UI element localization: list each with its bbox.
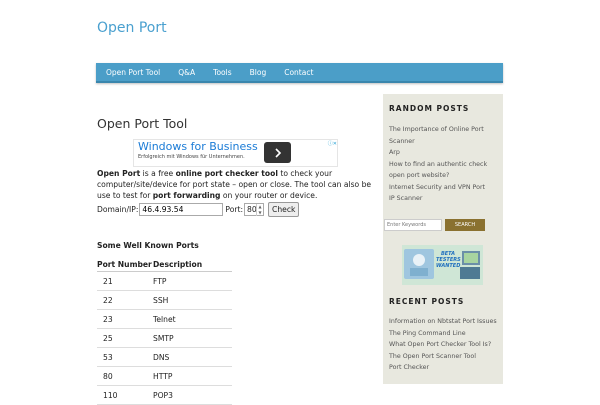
nav-item-tools[interactable]: Tools [204, 68, 240, 77]
ports-table: Port Number Description 21 FTP 22 SSH 23 Te… [97, 258, 232, 405]
table-row: 25 SMTP [97, 328, 232, 348]
intro-bold-open-port: Open Port [97, 169, 141, 178]
port-description-cell: DNS [153, 347, 232, 367]
search-input[interactable]: Enter Keywords [384, 219, 442, 231]
nav-item-blog[interactable]: Blog [241, 68, 276, 77]
domain-label: Domain/IP: [97, 204, 139, 214]
sidebar-link[interactable]: The Open Port Scanner Tool [389, 351, 499, 363]
port-description-cell: FTP [153, 271, 232, 291]
ad-headline[interactable]: Windows for Business [138, 140, 258, 153]
sidebar-link[interactable]: The Importance of Online Port Scanner [389, 124, 489, 147]
sidebar-search: Enter Keywords SEARCH [384, 219, 485, 231]
intro-bold-checker: online port checker tool [175, 169, 278, 178]
sidebar-link[interactable]: Arp [389, 147, 489, 159]
page-title: Open Port Tool [97, 116, 188, 131]
port-check-form: Domain/IP: Port: 80 ▲▼ Check [97, 201, 300, 217]
intro-bold-forwarding: port forwarding [152, 191, 221, 200]
column-header-port-number: Port Number [97, 258, 153, 272]
port-description-cell: SSH [153, 290, 232, 310]
sidebar-link[interactable]: Internet Security and VPN Port IP Scanne… [389, 182, 489, 205]
port-number-cell: 110 [97, 385, 153, 405]
sidebar: RANDOM POSTS The Importance of Online Po… [383, 94, 503, 384]
table-row: 21 FTP [97, 271, 232, 291]
domain-ip-input[interactable] [139, 202, 224, 216]
ad-banner[interactable]: Windows for Business Erfolgreich mit Win… [133, 139, 338, 167]
port-number-cell: 21 [97, 271, 153, 291]
table-row: 80 HTTP [97, 366, 232, 386]
table-row: 22 SSH [97, 290, 232, 310]
intro-paragraph: Open Port is a free online port checker … [97, 168, 382, 201]
beta-testers-banner[interactable]: BETA TESTERS WANTED [402, 245, 483, 285]
beta-testers-text: BETA TESTERS WANTED [436, 251, 461, 269]
ad-subtext[interactable]: Erfolgreich mit Windows für Unternehmen. [138, 154, 245, 160]
sidebar-link[interactable]: How to find an authentic check open port… [389, 159, 489, 182]
port-spinner-icon[interactable]: ▲ ▼ [256, 203, 263, 216]
port-number-cell: 80 [97, 366, 153, 386]
table-row: 23 Telnet [97, 309, 232, 329]
table-row: 53 DNS [97, 347, 232, 367]
port-input[interactable]: 80 ▲ ▼ [244, 202, 265, 216]
sidebar-link[interactable]: What Open Port Checker Tool Is? [389, 339, 499, 351]
port-description-cell: Telnet [153, 309, 232, 329]
nav-item-contact[interactable]: Contact [275, 68, 322, 77]
sidebar-link[interactable]: Information on Nbtstat Port Issues [389, 316, 499, 328]
random-posts-heading: RANDOM POSTS [389, 104, 470, 113]
intro-text-1: is a free [140, 169, 176, 178]
main-navbar: Open Port Tool Q&A Tools Blog Contact [96, 63, 503, 83]
port-number-cell: 23 [97, 309, 153, 329]
recent-posts-heading: RECENT POSTS [389, 297, 465, 306]
random-posts-list: The Importance of Online Port Scanner Ar… [389, 124, 489, 205]
site-title[interactable]: Open Port [97, 20, 167, 36]
port-label: Port: [225, 204, 244, 214]
intro-text-3: on your router or device. [220, 191, 318, 200]
nav-item-open-port-tool[interactable]: Open Port Tool [96, 68, 169, 77]
port-number-cell: 53 [97, 347, 153, 367]
chevron-right-icon[interactable] [264, 142, 291, 163]
search-button[interactable]: SEARCH [445, 219, 485, 231]
port-description-cell: POP3 [153, 385, 232, 405]
sidebar-link[interactable]: The Ping Command Line [389, 328, 499, 340]
port-number-cell: 22 [97, 290, 153, 310]
port-description-cell: SMTP [153, 328, 232, 348]
sidebar-link[interactable]: Port Checker [389, 362, 499, 374]
table-header-row: Port Number Description [97, 258, 232, 272]
nav-item-qa[interactable]: Q&A [169, 68, 204, 77]
port-number-cell: 25 [97, 328, 153, 348]
recent-posts-list: Information on Nbtstat Port Issues The P… [389, 316, 499, 374]
column-header-description: Description [153, 258, 232, 272]
table-row: 110 POP3 [97, 385, 232, 405]
ports-heading: Some Well Known Ports [97, 241, 199, 250]
port-description-cell: HTTP [153, 366, 232, 386]
check-button[interactable]: Check [268, 201, 300, 217]
ad-close-icon[interactable]: ⓘ✕ [328, 140, 337, 147]
